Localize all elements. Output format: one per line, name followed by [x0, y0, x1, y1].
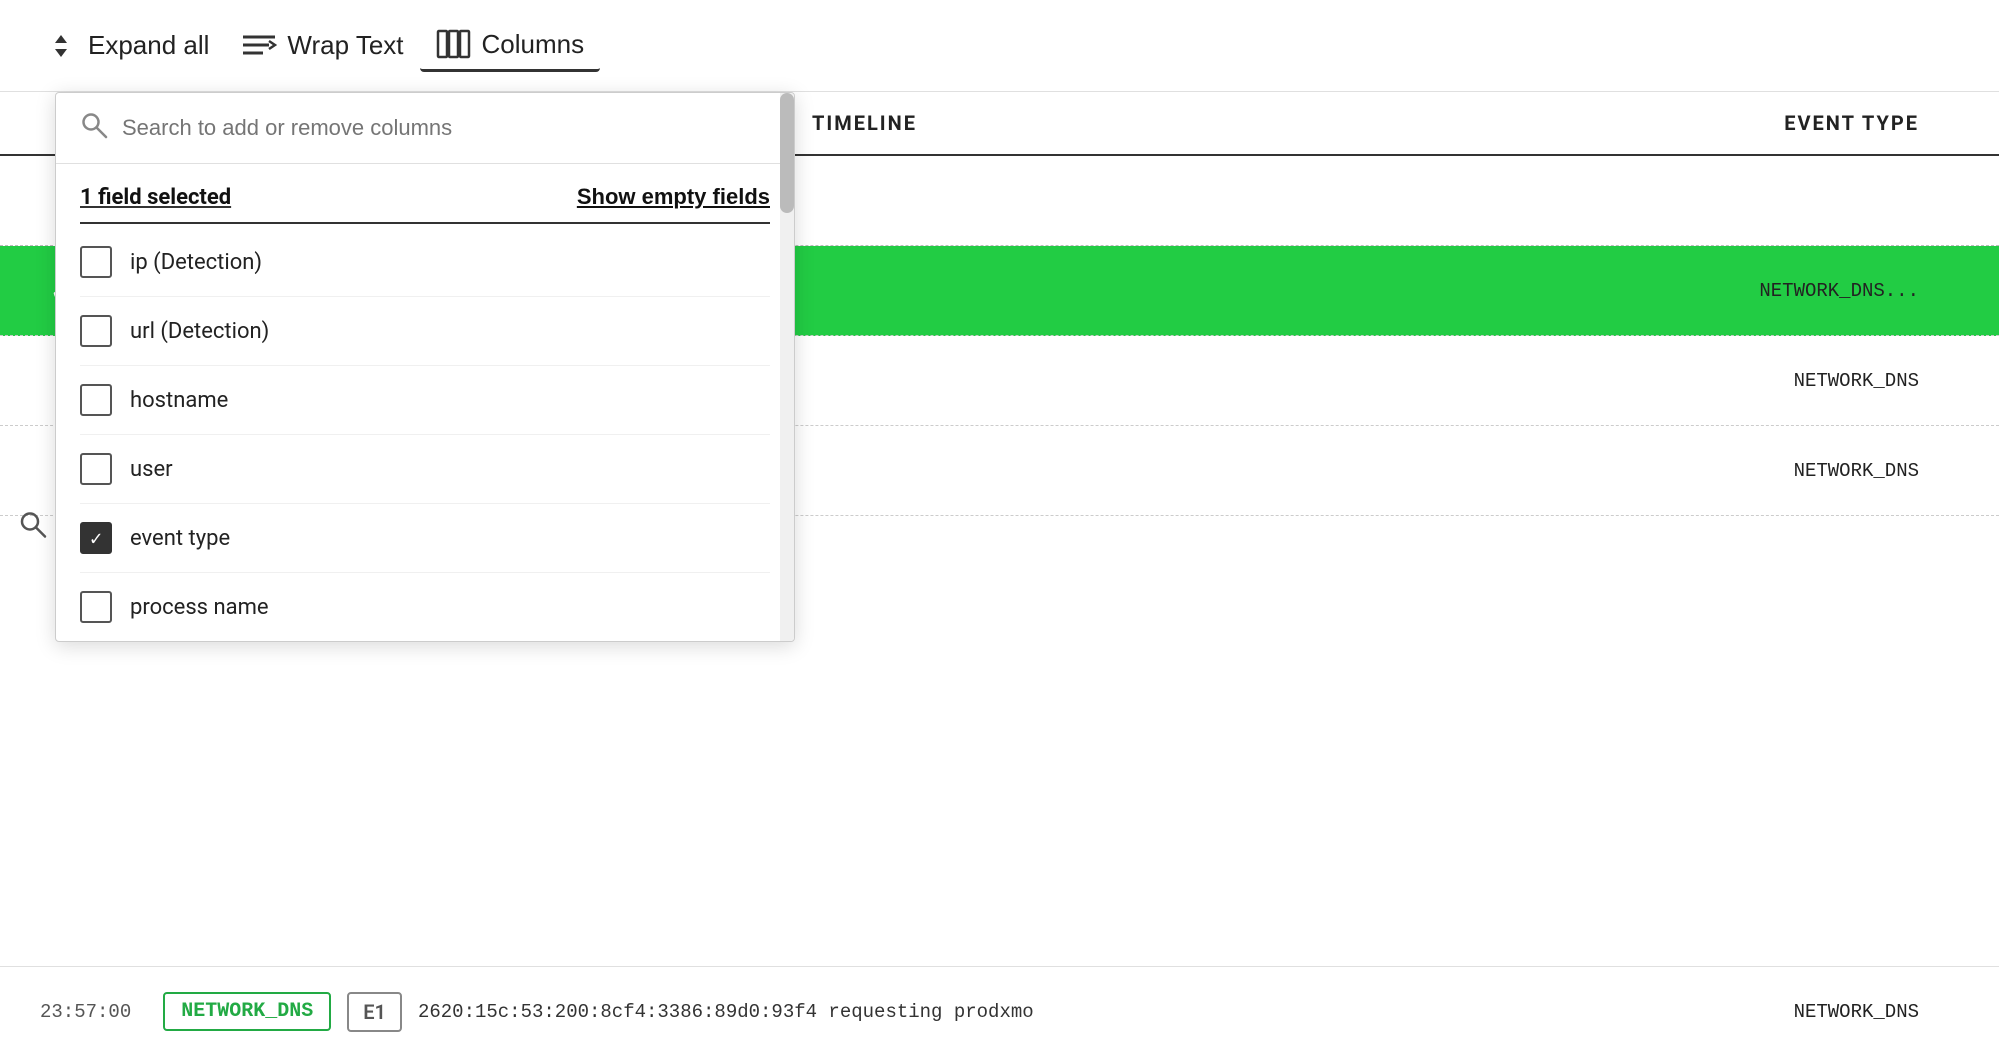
checkbox-user[interactable] — [80, 453, 112, 485]
columns-icon — [436, 27, 472, 61]
col-eventtype-header: EVENT TYPE — [1639, 111, 1959, 135]
field-label-url-detection: url (Detection) — [130, 319, 269, 344]
wrap-text-icon — [241, 29, 277, 63]
row-event-type: NETWORK_DNS — [1639, 370, 1959, 392]
wrap-text-label: Wrap Text — [287, 30, 403, 61]
field-label-process-name: process name — [130, 595, 269, 620]
field-label-event-type: event type — [130, 526, 230, 551]
checkbox-ip-detection[interactable] — [80, 246, 112, 278]
field-item-url-detection[interactable]: url (Detection) — [80, 297, 770, 366]
checkbox-url-detection[interactable] — [80, 315, 112, 347]
field-item-user[interactable]: user — [80, 435, 770, 504]
field-label-hostname: hostname — [130, 388, 228, 413]
checkbox-event-type[interactable] — [80, 522, 112, 554]
field-count-row: 1 field selected Show empty fields — [80, 164, 770, 224]
expand-all-label: Expand all — [88, 30, 209, 61]
show-empty-fields-button[interactable]: Show empty fields — [577, 184, 770, 210]
left-search-icon — [18, 510, 48, 547]
bottom-time: 23:57:00 — [40, 1001, 131, 1023]
wrap-text-button[interactable]: Wrap Text — [225, 21, 419, 71]
bottom-bar: 23:57:00 NETWORK_DNS E1 2620:15c:53:200:… — [0, 966, 1999, 1056]
checkbox-process-name[interactable] — [80, 591, 112, 623]
field-label-user: user — [130, 457, 173, 482]
field-item-process-name[interactable]: process name — [80, 573, 770, 641]
bottom-data: 2620:15c:53:200:8cf4:3386:89d0:93f4 requ… — [418, 1001, 1663, 1023]
row-event-type-highlighted: NETWORK_DNS... — [1639, 280, 1959, 302]
field-label-ip-detection: ip (Detection) — [130, 250, 262, 275]
expand-all-button[interactable]: Expand all — [28, 21, 225, 71]
columns-dropdown: 1 field selected Show empty fields ip (D… — [55, 92, 795, 642]
dropdown-arrow-inner — [370, 0, 402, 2]
tag-dns[interactable]: NETWORK_DNS — [163, 992, 331, 1031]
columns-label: Columns — [482, 29, 585, 60]
bottom-event-type: NETWORK_DNS — [1679, 1001, 1959, 1023]
search-icon — [80, 111, 108, 145]
search-box — [56, 93, 794, 164]
field-item-event-type[interactable]: event type — [80, 504, 770, 573]
tag-e1[interactable]: E1 — [347, 992, 402, 1032]
dropdown-body: 1 field selected Show empty fields ip (D… — [56, 164, 794, 641]
toolbar: Expand all Wrap Text Columns — [0, 0, 1999, 92]
expand-all-icon — [44, 29, 78, 63]
column-search-input[interactable] — [122, 115, 770, 141]
checkbox-hostname[interactable] — [80, 384, 112, 416]
field-item-hostname[interactable]: hostname — [80, 366, 770, 435]
columns-button[interactable]: Columns — [420, 19, 601, 72]
field-count-label: 1 field selected — [80, 185, 231, 210]
row-event-type: NETWORK_DNS — [1639, 460, 1959, 482]
field-item-ip-detection[interactable]: ip (Detection) — [80, 228, 770, 297]
